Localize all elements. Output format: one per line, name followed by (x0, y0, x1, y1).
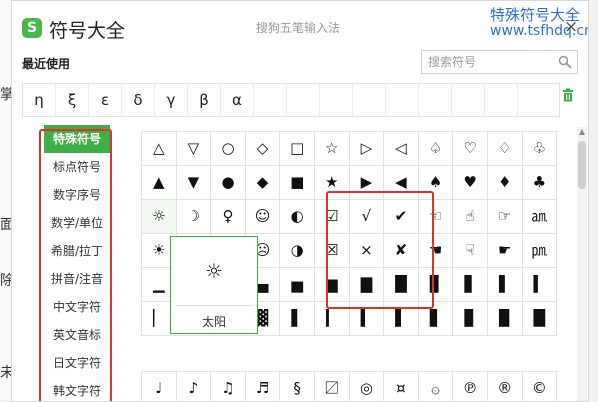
search-input[interactable] (422, 51, 556, 73)
dialog-title: 符号大全 (49, 20, 126, 42)
symbol-cell[interactable]: ㏂ (522, 200, 558, 234)
grid-scrollbar[interactable]: ▲ (577, 127, 587, 401)
recent-symbol[interactable] (386, 84, 419, 116)
symbol-cell[interactable]: ☟ (453, 234, 488, 268)
symbol-cell[interactable]: ◇ (245, 132, 281, 166)
preview-symbol: ☼ (205, 259, 223, 283)
symbol-cell[interactable]: ۞ (419, 372, 454, 401)
recent-label: 最近使用 (22, 57, 71, 71)
recent-symbol[interactable] (518, 84, 551, 116)
scroll-thumb[interactable] (578, 141, 586, 189)
symbol-dialog: S 符号大全 搜狗五笔输入法 特殊符号大全 www.tsfhdq.cn × 最近… (11, 0, 589, 402)
symbol-cell[interactable]: ☝ (453, 200, 488, 234)
symbol-cell[interactable]: ♧ (522, 132, 558, 166)
sidebar-highlight-box (39, 129, 112, 401)
symbol-cell[interactable]: ○ (211, 132, 246, 166)
symbol-cell[interactable]: ◑ (280, 234, 315, 268)
recent-symbol[interactable] (452, 84, 485, 116)
symbol-cell[interactable]: ▍ (522, 268, 558, 302)
symbol-cell[interactable]: © (523, 372, 558, 401)
symbol-cell[interactable]: █ (522, 302, 558, 336)
symbol-cell[interactable]: ◐ (280, 200, 315, 234)
symbol-cell[interactable]: ☽ (176, 200, 212, 234)
symbol-cell[interactable]: □ (280, 132, 315, 166)
recent-symbol[interactable]: η (23, 84, 56, 116)
symbol-cell[interactable]: ☛ (487, 234, 523, 268)
symbol-cell[interactable]: ▊ (453, 302, 488, 336)
symbol-cell[interactable]: ♬ (246, 372, 281, 401)
recent-symbols-row: η ξ ε δ γ β α (22, 83, 560, 117)
scroll-up-arrow-icon[interactable]: ▲ (577, 127, 587, 137)
symbol-cell[interactable]: ▌ (280, 302, 315, 336)
symbol-cell[interactable]: △ (142, 132, 177, 166)
symbol-cell[interactable]: ℗ (453, 372, 488, 401)
recent-symbol[interactable]: ε (89, 84, 122, 116)
symbol-cell[interactable]: ♣ (522, 166, 558, 200)
sogou-logo-icon: S (22, 18, 42, 38)
symbol-cell[interactable]: ® (488, 372, 523, 401)
preview-divider (175, 305, 253, 306)
preview-label: 太阳 (201, 315, 226, 329)
title-bar[interactable]: S 符号大全 搜狗五笔输入法 特殊符号大全 www.tsfhdq.cn × (12, 1, 588, 45)
symbol-cell[interactable]: ▲ (142, 166, 177, 200)
recent-symbol[interactable]: δ (122, 84, 155, 116)
search-box[interactable] (421, 50, 578, 74)
check-symbols-highlight-box (326, 191, 434, 309)
symbol-cell[interactable]: ♥ (453, 166, 488, 200)
symbol-cell[interactable]: ♡ (453, 132, 488, 166)
recent-symbol[interactable]: β (188, 84, 221, 116)
symbol-grid-music: ♩ ♪ ♫ ♬ § 〼 ◎ ¤ ۞ ℗ ® © (141, 371, 558, 401)
symbol-cell[interactable]: ☆ (314, 132, 350, 166)
recent-symbol[interactable] (254, 84, 287, 116)
symbol-cell[interactable]: ◎ (350, 372, 385, 401)
symbol-cell[interactable]: ¤ (384, 372, 419, 401)
symbol-cell[interactable]: ☞ (487, 200, 523, 234)
recent-symbol[interactable] (320, 84, 353, 116)
symbol-cell[interactable]: ♫ (211, 372, 246, 401)
symbol-cell[interactable]: ◆ (245, 166, 281, 200)
symbol-cell[interactable]: ■ (280, 166, 315, 200)
symbol-cell[interactable]: ♢ (487, 132, 523, 166)
symbol-cell[interactable]: § (280, 372, 315, 401)
recent-symbol[interactable]: α (221, 84, 254, 116)
symbol-cell[interactable]: ▼ (176, 166, 212, 200)
recent-symbol[interactable]: γ (155, 84, 188, 116)
symbol-preview-popup: ☼ 太阳 (170, 236, 258, 334)
recent-symbol[interactable] (353, 84, 386, 116)
symbol-cell[interactable]: ▋ (453, 268, 488, 302)
symbol-cell[interactable]: ☺ (245, 200, 281, 234)
symbol-cell[interactable]: ▉ (487, 302, 523, 336)
search-icon[interactable] (558, 55, 572, 69)
symbol-cell[interactable]: ♤ (418, 132, 454, 166)
symbol-cell[interactable]: ● (211, 166, 246, 200)
recent-symbol[interactable] (287, 84, 320, 116)
symbol-cell[interactable]: ▷ (349, 132, 385, 166)
trash-icon[interactable] (561, 88, 575, 102)
symbol-cell[interactable]: ㏘ (522, 234, 558, 268)
symbol-cell[interactable]: ▅ (280, 268, 315, 302)
symbol-cell[interactable]: ♀ (211, 200, 246, 234)
symbol-cell[interactable]: ♪ (177, 372, 212, 401)
symbol-cell[interactable]: ♦ (487, 166, 523, 200)
dialog-subtitle: 搜狗五笔输入法 (256, 21, 341, 35)
symbol-cell[interactable]: ▽ (176, 132, 212, 166)
recent-symbol[interactable] (485, 84, 518, 116)
recent-symbol[interactable]: ξ (56, 84, 89, 116)
symbol-cell[interactable]: ▌ (487, 268, 523, 302)
recent-symbol[interactable] (419, 84, 452, 116)
symbol-cell[interactable]: ◁ (384, 132, 419, 166)
symbol-cell[interactable]: ♩ (142, 372, 177, 401)
symbol-cell[interactable]: 〼 (315, 372, 350, 401)
symbol-cell[interactable]: ☼ (142, 200, 177, 234)
close-button[interactable]: × (564, 17, 578, 37)
